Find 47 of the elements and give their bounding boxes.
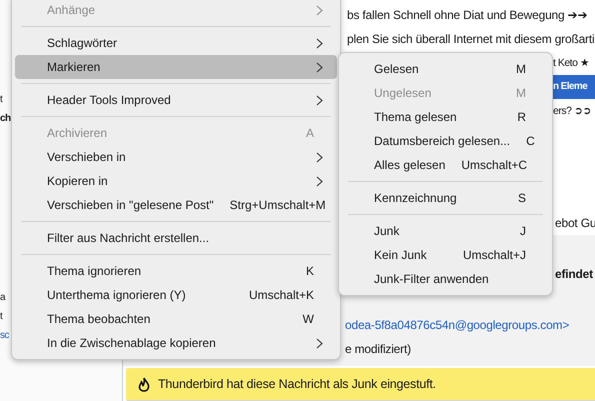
menu-item[interactable]: Gelesen M — [342, 57, 549, 81]
email-link[interactable]: odea-5f8a04876c54n@googlegroups.com> — [345, 313, 570, 337]
menu-item[interactable]: Junk J — [342, 219, 549, 243]
menu-item[interactable]: Header Tools Improved — [15, 88, 337, 112]
menu-item[interactable]: Kennzeichnung S — [342, 186, 549, 210]
menu-item[interactable]: Thema ignorieren K — [15, 259, 337, 283]
folder-name[interactable]: t — [0, 90, 2, 109]
menu-item[interactable]: Alles gelesen Umschalt+C — [342, 153, 549, 177]
shortcut-label: Umschalt+K — [248, 288, 314, 302]
menu-item[interactable]: Kein Junk Umschalt+J — [342, 243, 549, 267]
shortcut-label: W — [302, 312, 314, 326]
folder-name[interactable]: sc — [0, 326, 9, 345]
shortcut-label: C — [526, 134, 535, 148]
folder-name[interactable]: t — [0, 307, 2, 326]
menu-item[interactable]: Verschieben in "gelesene Post" Strg+Umschalt+M — [15, 193, 337, 217]
menu-item[interactable]: Schlagwörter — [15, 31, 337, 55]
folder-name[interactable]: ch — [0, 109, 10, 128]
menu-item[interactable]: Markieren — [15, 55, 337, 79]
menu-item[interactable]: Thema gelesen R — [342, 105, 549, 129]
shortcut-label: R — [517, 110, 526, 124]
shortcut-label: S — [518, 191, 526, 205]
header-text: efindet — [555, 266, 593, 283]
menu-item[interactable]: Datumsbereich gelesen... C — [342, 129, 549, 153]
shortcut-label: M — [516, 86, 526, 100]
shortcut-label: J — [520, 224, 526, 238]
shortcut-label: M — [516, 62, 526, 76]
message-subject[interactable]: bs fallen Schnell ohne Diat und Bewegung ➔➔ — [347, 3, 588, 27]
menu-item[interactable]: Verschieben in — [15, 145, 337, 169]
menu-item[interactable]: Thema beobachten W — [15, 307, 337, 331]
folder-name[interactable]: a — [0, 288, 5, 307]
header-text: e modifiziert) — [345, 341, 411, 358]
menu-item[interactable]: Junk-Filter anwenden — [342, 267, 549, 291]
menu-item[interactable]: Filter aus Nachricht erstellen... — [15, 226, 337, 250]
junk-message: Thunderbird hat diese Nachricht als Junk eingestuft. — [158, 377, 436, 392]
menu-item[interactable]: Kopieren in — [15, 169, 337, 193]
menu-item[interactable]: Unterthema ignorieren (Y) Umschalt+K — [15, 283, 337, 307]
message-subject[interactable]: t Keto ★ — [553, 51, 590, 75]
message-subject[interactable]: plen Sie sich überall Internet mit diesem großarti — [347, 27, 594, 51]
flame-icon — [138, 376, 150, 392]
message-subject[interactable]: ers? ➲➲ — [553, 99, 591, 123]
shortcut-label: Umschalt+J — [462, 248, 526, 262]
shortcut-label: Umschalt+C — [461, 158, 528, 172]
menu-item[interactable]: In die Zwischenablage kopieren — [15, 331, 337, 355]
shortcut-label: K — [306, 264, 314, 278]
shortcut-label: Strg+Umschalt+M — [230, 198, 326, 212]
message-subject[interactable]: n Eleme — [552, 75, 595, 99]
shortcut-label: A — [306, 126, 314, 140]
